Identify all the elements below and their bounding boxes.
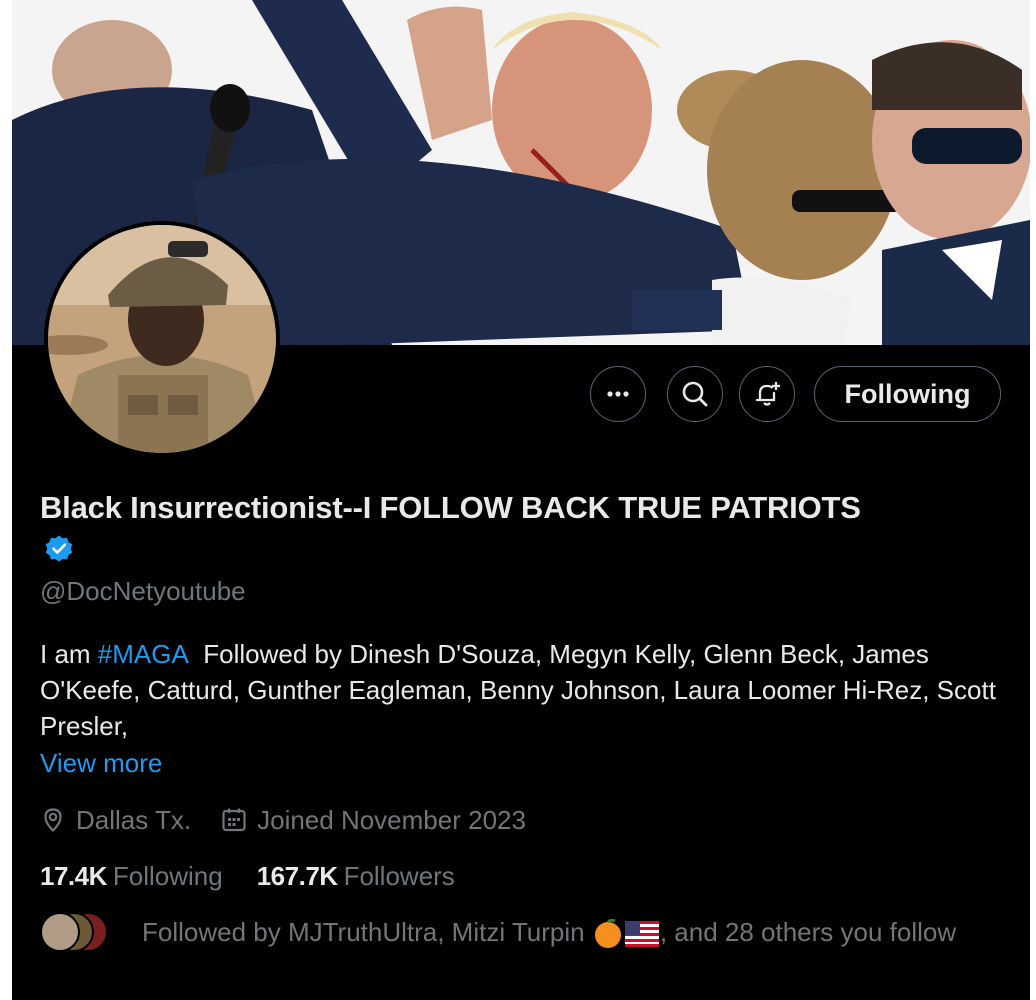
location-icon — [44, 808, 62, 833]
view-more-link[interactable]: View more — [40, 746, 162, 780]
follow-stats: 17.4K Following 167.7K Followers — [40, 859, 455, 893]
followed-by-prefix: Followed by MJTruthUltra, Mitzi Turpin — [142, 917, 592, 947]
followers-count: 167.7K — [256, 861, 338, 891]
hashtag-link[interactable]: #MAGA — [98, 639, 189, 669]
bell-plus-icon — [755, 382, 780, 406]
notifications-button[interactable] — [739, 366, 795, 422]
followed-by-suffix: , and 28 others you follow — [659, 917, 957, 947]
more-icon — [607, 391, 629, 397]
following-button[interactable]: Following — [814, 366, 1001, 422]
following-label: Following — [112, 861, 223, 891]
us-flag-emoji — [624, 921, 659, 948]
profile-handle: @DocNetyoutube — [40, 576, 246, 606]
followers-count-link[interactable]: 167.7K Followers — [257, 859, 455, 893]
verified-badge-icon[interactable] — [44, 534, 74, 569]
profile-meta: Dallas Tx. Joined November 2023 — [40, 803, 526, 837]
following-count: 17.4K — [40, 861, 107, 891]
profile-avatar[interactable] — [44, 221, 280, 457]
followers-you-know-text[interactable]: Followed by MJTruthUltra, Mitzi Turpin ,… — [142, 916, 1002, 949]
orange-circle-emoji — [594, 919, 621, 949]
followers-you-know-avatars[interactable] — [40, 912, 120, 956]
profile-display-name: Black Insurrectionist--I FOLLOW BACK TRU… — [40, 490, 861, 525]
profile-location: Dallas Tx. — [76, 805, 192, 835]
more-options-button[interactable] — [590, 366, 646, 422]
profile-bio: I am #MAGA Followed by Dinesh D'Souza, M… — [40, 636, 1020, 744]
avatar — [40, 912, 80, 952]
following-count-link[interactable]: 17.4K Following — [40, 859, 223, 893]
profile-page: Following Black Insurrectionist--I FOLLO… — [12, 0, 1030, 1000]
search-icon — [682, 381, 708, 407]
calendar-icon — [222, 808, 246, 832]
profile-join-date: Joined November 2023 — [257, 805, 526, 835]
search-profile-button[interactable] — [667, 366, 723, 422]
followers-label: Followers — [343, 861, 455, 891]
bio-prefix: I am — [40, 639, 98, 669]
